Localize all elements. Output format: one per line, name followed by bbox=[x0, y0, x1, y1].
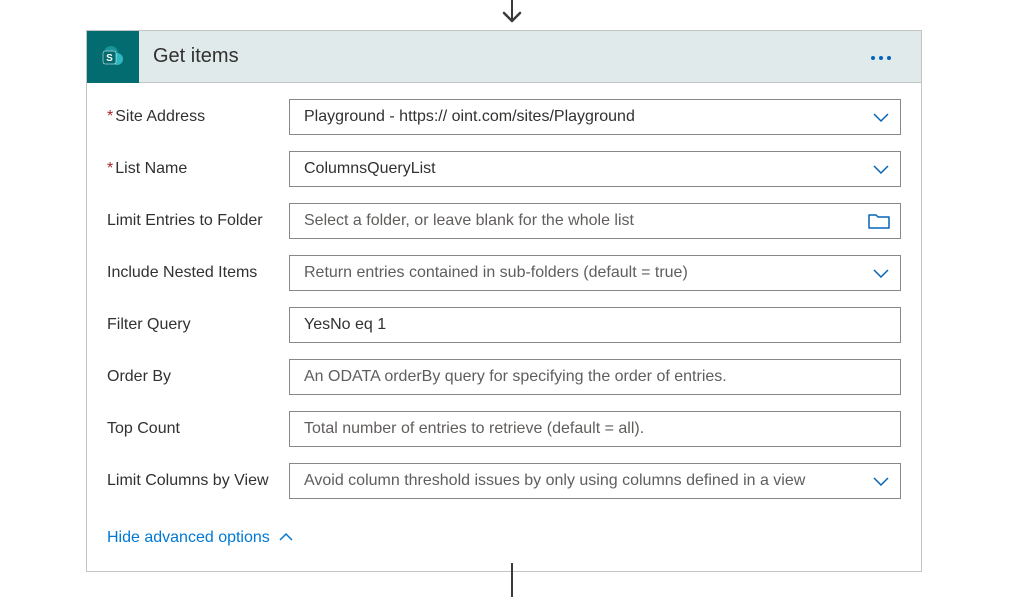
label-top-count: Top Count bbox=[107, 420, 289, 438]
card-menu-button[interactable] bbox=[861, 41, 901, 72]
label-site-address: *Site Address bbox=[107, 108, 289, 126]
card-body: *Site Address Playground - https:// oint… bbox=[87, 83, 921, 571]
svg-text:S: S bbox=[106, 53, 113, 64]
row-order-by: Order By An ODATA orderBy query for spec… bbox=[107, 359, 901, 395]
order-by-input[interactable]: An ODATA orderBy query for specifying th… bbox=[289, 359, 901, 395]
limit-folder-placeholder: Select a folder, or leave blank for the … bbox=[304, 212, 860, 230]
hide-advanced-toggle[interactable]: Hide advanced options bbox=[107, 529, 294, 547]
row-list-name: *List Name ColumnsQueryList bbox=[107, 151, 901, 187]
row-filter-query: Filter Query YesNo eq 1 bbox=[107, 307, 901, 343]
row-top-count: Top Count Total number of entries to ret… bbox=[107, 411, 901, 447]
chevron-down-icon bbox=[872, 111, 890, 123]
include-nested-placeholder: Return entries contained in sub-folders … bbox=[304, 264, 864, 282]
row-include-nested: Include Nested Items Return entries cont… bbox=[107, 255, 901, 291]
site-address-value: Playground - https:// oint.com/sites/Pla… bbox=[304, 108, 864, 126]
folder-picker-icon[interactable] bbox=[868, 212, 890, 230]
top-count-input[interactable]: Total number of entries to retrieve (def… bbox=[289, 411, 901, 447]
filter-query-value: YesNo eq 1 bbox=[304, 316, 890, 334]
flow-arrow-in bbox=[499, 0, 525, 33]
chevron-down-icon bbox=[872, 267, 890, 279]
limit-columns-select[interactable]: Avoid column threshold issues by only us… bbox=[289, 463, 901, 499]
list-name-select[interactable]: ColumnsQueryList bbox=[289, 151, 901, 187]
card-title: Get items bbox=[153, 45, 861, 68]
hide-advanced-label: Hide advanced options bbox=[107, 529, 270, 547]
limit-folder-input[interactable]: Select a folder, or leave blank for the … bbox=[289, 203, 901, 239]
required-indicator: * bbox=[107, 160, 113, 177]
label-limit-columns: Limit Columns by View bbox=[107, 472, 289, 490]
label-filter-query: Filter Query bbox=[107, 316, 289, 334]
site-address-select[interactable]: Playground - https:// oint.com/sites/Pla… bbox=[289, 99, 901, 135]
chevron-down-icon bbox=[872, 475, 890, 487]
label-limit-folder: Limit Entries to Folder bbox=[107, 212, 289, 230]
flow-connector-out bbox=[511, 563, 513, 597]
filter-query-input[interactable]: YesNo eq 1 bbox=[289, 307, 901, 343]
list-name-value: ColumnsQueryList bbox=[304, 160, 864, 178]
chevron-up-icon bbox=[278, 529, 294, 547]
top-count-placeholder: Total number of entries to retrieve (def… bbox=[304, 420, 890, 438]
action-card-get-items: S Get items *Site Address Playground - h… bbox=[86, 30, 922, 572]
label-order-by: Order By bbox=[107, 368, 289, 386]
row-limit-folder: Limit Entries to Folder Select a folder,… bbox=[107, 203, 901, 239]
row-site-address: *Site Address Playground - https:// oint… bbox=[107, 99, 901, 135]
limit-columns-placeholder: Avoid column threshold issues by only us… bbox=[304, 472, 864, 490]
sharepoint-icon: S bbox=[87, 31, 139, 83]
card-header[interactable]: S Get items bbox=[87, 31, 921, 83]
row-limit-columns: Limit Columns by View Avoid column thres… bbox=[107, 463, 901, 499]
label-include-nested: Include Nested Items bbox=[107, 264, 289, 282]
order-by-placeholder: An ODATA orderBy query for specifying th… bbox=[304, 368, 890, 386]
required-indicator: * bbox=[107, 108, 113, 125]
label-list-name: *List Name bbox=[107, 160, 289, 178]
include-nested-select[interactable]: Return entries contained in sub-folders … bbox=[289, 255, 901, 291]
chevron-down-icon bbox=[872, 163, 890, 175]
